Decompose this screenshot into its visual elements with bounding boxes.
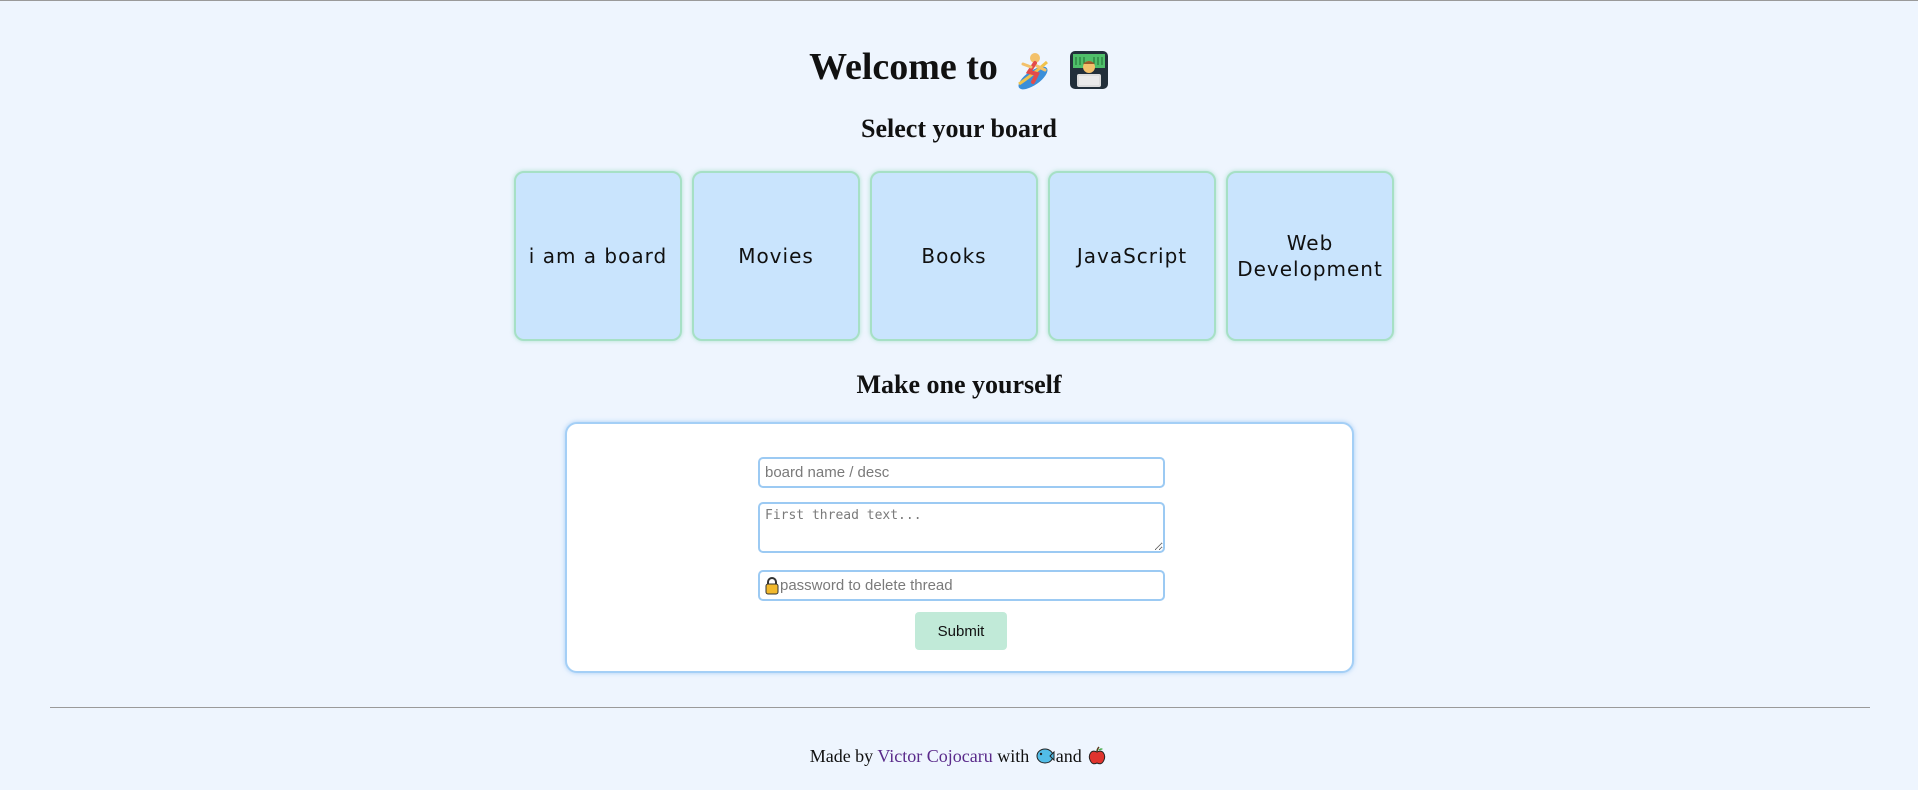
apple-icon — [1087, 746, 1107, 766]
page-title: Welcome to — [0, 44, 1918, 90]
author-link[interactable]: Victor Cojocaru — [877, 746, 992, 766]
password-field[interactable] — [758, 570, 1165, 601]
top-divider — [0, 0, 1918, 1]
lock-icon — [765, 576, 779, 595]
board-card-javascript[interactable]: JavaScript — [1048, 171, 1216, 341]
page-title-text: Welcome to — [809, 46, 998, 88]
fish-icon — [1035, 746, 1055, 766]
submit-button[interactable]: Submit — [915, 612, 1007, 650]
surfer-emoji-icon — [1013, 50, 1053, 90]
technologist-emoji-icon — [1069, 50, 1109, 90]
footer-and: and — [1055, 746, 1082, 766]
footer-divider — [50, 707, 1870, 708]
footer-made-by: Made by — [809, 746, 874, 766]
board-card-i-am-a-board[interactable]: i am a board — [514, 171, 682, 341]
create-board-form: Submit — [565, 422, 1354, 673]
password-input[interactable] — [780, 577, 1163, 594]
boards-section-title: Select your board — [861, 114, 1057, 143]
create-section-title: Make one yourself — [856, 370, 1062, 399]
board-list: i am a board Movies Books JavaScript Web… — [514, 171, 1394, 341]
footer: Made by Victor Cojocaru with and — [0, 743, 1918, 769]
board-card-movies[interactable]: Movies — [692, 171, 860, 341]
board-name-input[interactable] — [758, 457, 1165, 488]
footer-with: with — [997, 746, 1030, 766]
first-thread-textarea[interactable] — [758, 502, 1165, 553]
board-card-web-development[interactable]: Web Development — [1226, 171, 1394, 341]
board-card-books[interactable]: Books — [870, 171, 1038, 341]
